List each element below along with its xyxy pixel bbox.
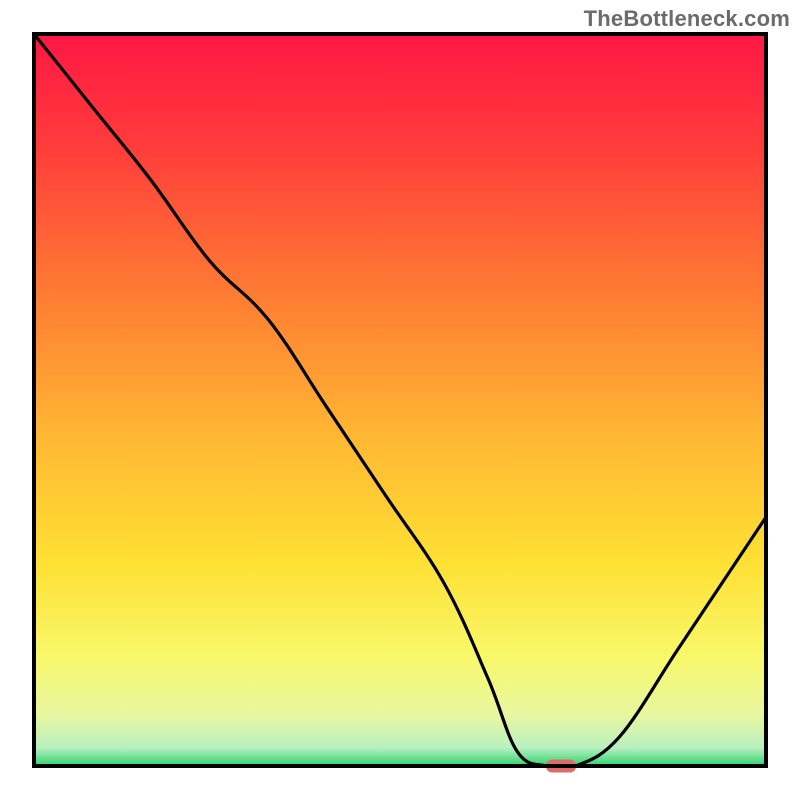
watermark-text: TheBottleneck.com: [584, 6, 790, 32]
bottleneck-chart: [0, 0, 800, 800]
plot-background: [34, 34, 766, 766]
chart-stage: TheBottleneck.com: [0, 0, 800, 800]
